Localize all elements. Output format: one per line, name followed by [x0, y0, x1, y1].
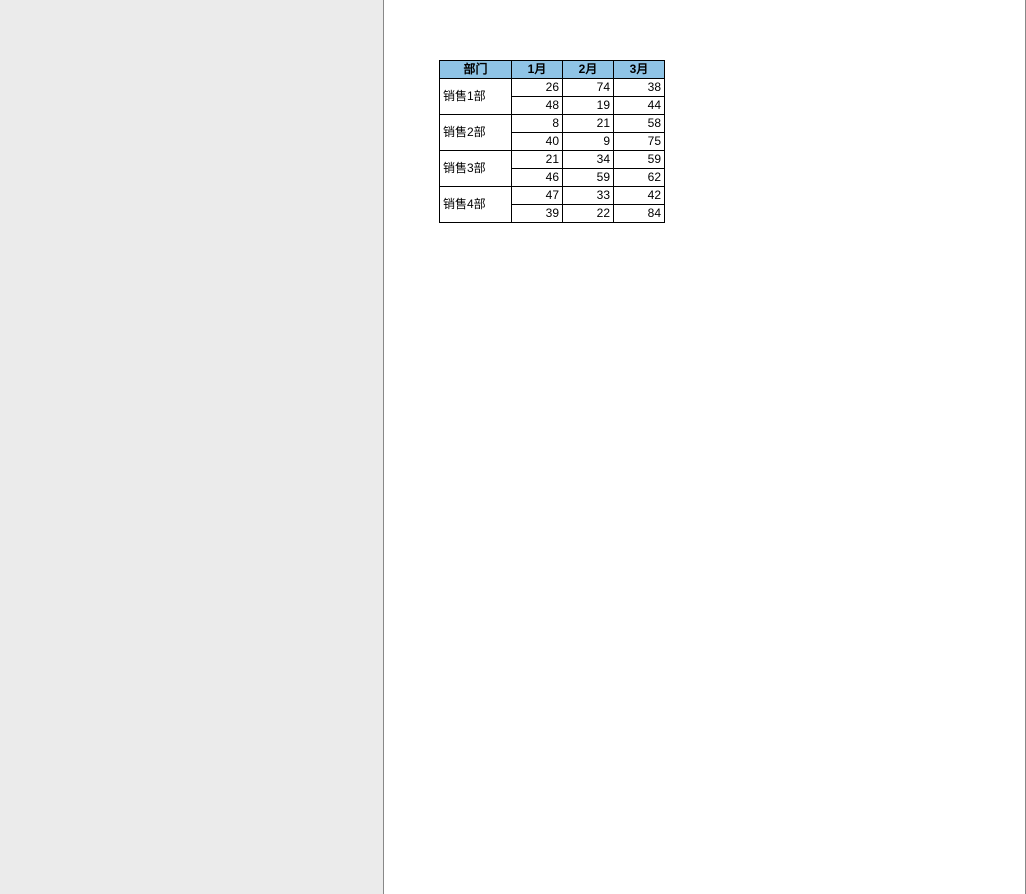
data-cell: 46 — [512, 169, 563, 187]
header-dept: 部门 — [440, 61, 512, 79]
data-cell: 48 — [512, 97, 563, 115]
data-cell: 21 — [563, 115, 614, 133]
dept-cell: 销售1部 — [440, 79, 512, 115]
header-month-1: 1月 — [512, 61, 563, 79]
table-row: 销售3部 21 34 59 — [440, 151, 665, 169]
header-month-3: 3月 — [614, 61, 665, 79]
data-cell: 40 — [512, 133, 563, 151]
document-page: 部门 1月 2月 3月 销售1部 26 74 38 48 19 44 销售2部 … — [383, 0, 1026, 894]
data-cell: 59 — [563, 169, 614, 187]
data-cell: 74 — [563, 79, 614, 97]
data-cell: 19 — [563, 97, 614, 115]
table-row: 销售2部 8 21 58 — [440, 115, 665, 133]
data-cell: 21 — [512, 151, 563, 169]
data-cell: 38 — [614, 79, 665, 97]
sales-table: 部门 1月 2月 3月 销售1部 26 74 38 48 19 44 销售2部 … — [439, 60, 665, 223]
data-cell: 22 — [563, 205, 614, 223]
data-cell: 62 — [614, 169, 665, 187]
table-row: 销售1部 26 74 38 — [440, 79, 665, 97]
table-row: 销售4部 47 33 42 — [440, 187, 665, 205]
data-cell: 58 — [614, 115, 665, 133]
data-cell: 42 — [614, 187, 665, 205]
dept-cell: 销售3部 — [440, 151, 512, 187]
data-cell: 75 — [614, 133, 665, 151]
data-cell: 44 — [614, 97, 665, 115]
data-cell: 9 — [563, 133, 614, 151]
data-cell: 34 — [563, 151, 614, 169]
data-cell: 8 — [512, 115, 563, 133]
dept-cell: 销售4部 — [440, 187, 512, 223]
data-cell: 47 — [512, 187, 563, 205]
data-cell: 33 — [563, 187, 614, 205]
data-cell: 84 — [614, 205, 665, 223]
data-cell: 39 — [512, 205, 563, 223]
data-cell: 26 — [512, 79, 563, 97]
table-header-row: 部门 1月 2月 3月 — [440, 61, 665, 79]
header-month-2: 2月 — [563, 61, 614, 79]
dept-cell: 销售2部 — [440, 115, 512, 151]
data-cell: 59 — [614, 151, 665, 169]
